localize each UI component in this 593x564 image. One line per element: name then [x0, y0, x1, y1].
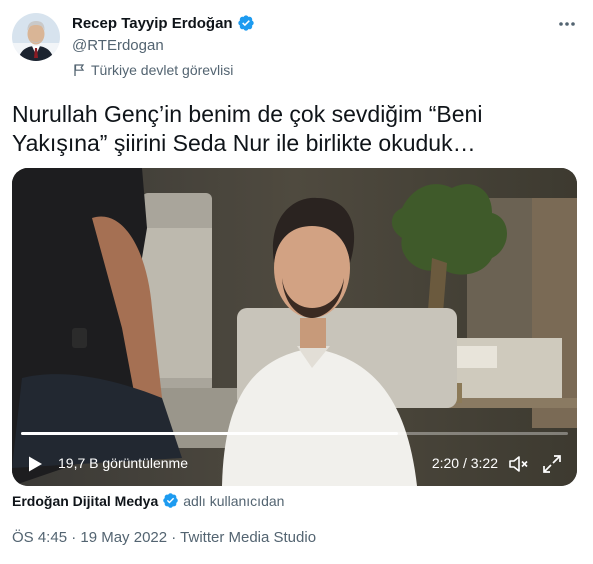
tweet-text: Nurullah Genç’in benim de çok sevdiğim “…: [12, 101, 483, 156]
verified-badge-icon: [162, 492, 179, 509]
play-icon: [29, 456, 42, 472]
video-time: 2:20 / 3:22: [431, 455, 498, 471]
video-progress-fill: [21, 432, 399, 435]
author-handle[interactable]: @RTErdogan: [72, 37, 164, 54]
tweet-timestamp-line[interactable]: ÖS 4:45 · 19 May 2022 · Twitter Media St…: [12, 529, 316, 546]
fullscreen-icon: [543, 455, 561, 473]
volume-muted-icon: [509, 456, 528, 472]
view-count: 19,7 B görüntülenme: [58, 455, 188, 471]
author-name[interactable]: Recep Tayyip Erdoğan: [72, 15, 233, 32]
more-dots-icon: [559, 22, 575, 26]
affiliation-label: Türkiye devlet görevlisi: [72, 62, 233, 78]
avatar-image: [12, 13, 60, 61]
video-progress-bar[interactable]: [21, 432, 568, 435]
author-name-line[interactable]: Recep Tayyip Erdoğan: [72, 14, 255, 32]
video-frame: [12, 168, 577, 486]
video-player[interactable]: 19,7 B görüntülenme 2:20 / 3:22: [12, 168, 577, 486]
avatar[interactable]: [12, 13, 60, 61]
media-attribution: Erdoğan Dijital Medya adlı kullanıcıdan: [12, 492, 284, 509]
flag-icon: [72, 63, 86, 77]
fullscreen-button[interactable]: [541, 453, 563, 475]
video-controls: 19,7 B görüntülenme 2:20 / 3:22: [12, 448, 577, 478]
more-options-button[interactable]: [557, 14, 577, 34]
volume-button[interactable]: [507, 453, 529, 475]
source-account-name[interactable]: Erdoğan Dijital Medya: [12, 493, 158, 509]
play-button[interactable]: [26, 455, 44, 473]
verified-badge-icon: [237, 14, 255, 32]
attribution-suffix: adlı kullanıcıdan: [183, 492, 285, 509]
affiliation-text: Türkiye devlet görevlisi: [91, 62, 234, 78]
